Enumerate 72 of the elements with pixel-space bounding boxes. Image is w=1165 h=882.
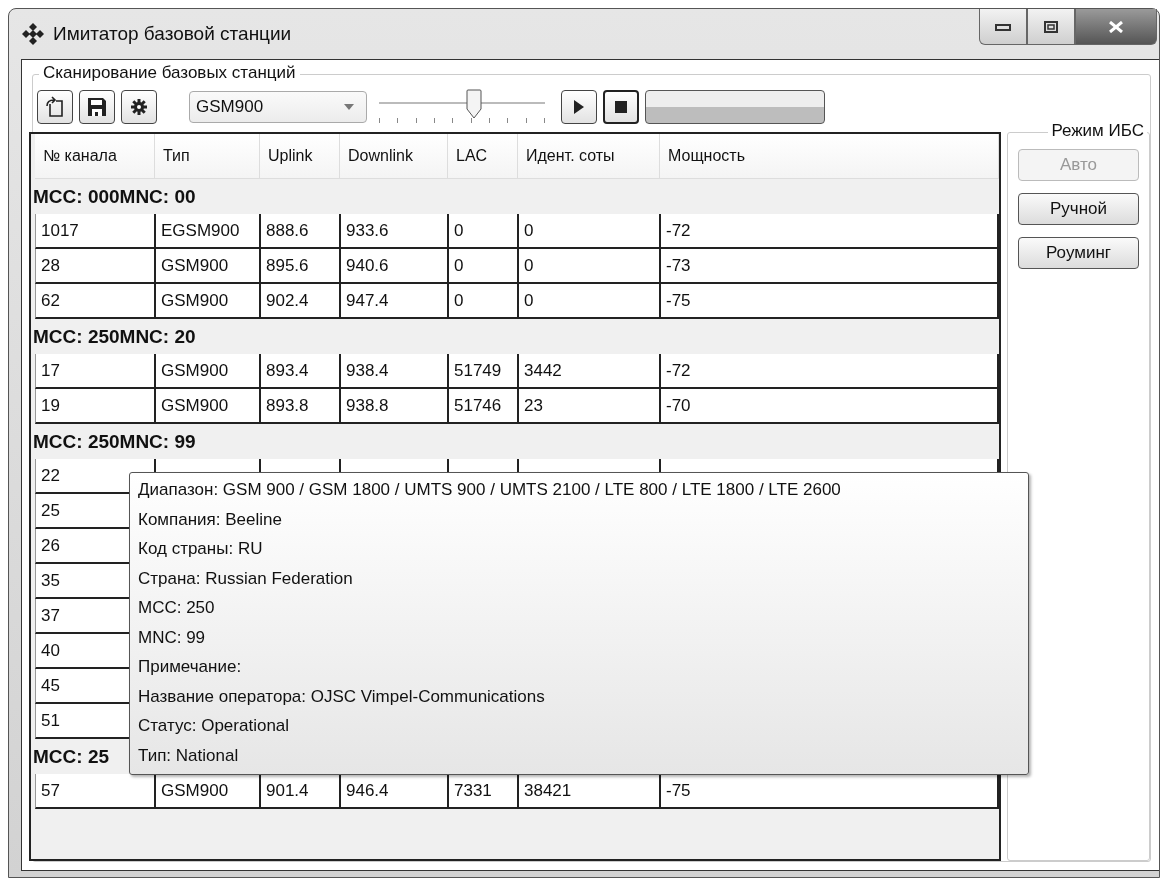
slider[interactable]: [379, 89, 545, 125]
table-cell: 0: [519, 214, 661, 247]
table-cell: 17: [36, 354, 156, 387]
group-header: MCC: 250MNC: 99: [33, 431, 196, 452]
column-header[interactable]: LAC: [448, 134, 518, 178]
tooltip-line: Тип: National: [138, 744, 240, 767]
settings-button[interactable]: [121, 90, 157, 124]
table-cell: GSM900: [156, 389, 261, 422]
floppy-icon: [86, 96, 108, 118]
table-cell: EGSM900: [156, 214, 261, 247]
column-header[interactable]: Uplink: [260, 134, 340, 178]
group-title: Сканирование базовых станций: [39, 63, 300, 83]
save-button[interactable]: [79, 90, 115, 124]
table-cell: -75: [661, 284, 999, 317]
table-cell: 902.4: [261, 284, 341, 317]
table-cell: 23: [519, 389, 661, 422]
table-cell: 19: [36, 389, 156, 422]
table-cell: 938.8: [341, 389, 449, 422]
table-cell: 933.6: [341, 214, 449, 247]
maximize-button[interactable]: [1027, 9, 1075, 45]
table-cell: GSM900: [156, 354, 261, 387]
table-cell: GSM900: [156, 249, 261, 282]
band-dropdown[interactable]: GSM900: [189, 91, 367, 123]
table-cell: 893.4: [261, 354, 341, 387]
slider-thumb[interactable]: [465, 89, 482, 119]
table-cell: 51749: [449, 354, 519, 387]
table-cell: -72: [661, 354, 999, 387]
group-header: MCC: 250MNC: 20: [33, 326, 196, 347]
minimize-button[interactable]: [979, 9, 1027, 45]
table-cell: -70: [661, 389, 999, 422]
table-cell: 28: [36, 249, 156, 282]
column-header[interactable]: Мощность: [660, 134, 999, 178]
table-cell: 0: [449, 214, 519, 247]
group-header: MCC: 000MNC: 00: [33, 186, 196, 207]
table-cell: 0: [449, 284, 519, 317]
table-cell: 893.8: [261, 389, 341, 422]
table-cell: -72: [661, 214, 999, 247]
table-cell: 3442: [519, 354, 661, 387]
caret-icon: [344, 104, 354, 110]
column-header[interactable]: Downlink: [340, 134, 448, 178]
maximize-icon: [1044, 20, 1058, 33]
table-cell: 938.4: [341, 354, 449, 387]
table-cell: 0: [519, 249, 661, 282]
mode-button[interactable]: Ручной: [1018, 193, 1139, 225]
play-button[interactable]: [561, 90, 597, 124]
table-cell: GSM900: [156, 284, 261, 317]
table-cell: 940.6: [341, 249, 449, 282]
column-header[interactable]: № канала: [35, 134, 155, 178]
table-cell: 888.6: [261, 214, 341, 247]
table-cell: 0: [519, 284, 661, 317]
table-cell: 51746: [449, 389, 519, 422]
table-cell: 0: [449, 249, 519, 282]
stop-button[interactable]: [603, 90, 639, 124]
table-cell: 1017: [36, 214, 156, 247]
group-header: MCC: 25: [33, 746, 109, 767]
mode-button[interactable]: Роуминг: [1018, 237, 1139, 269]
document-arrow-icon: [44, 96, 66, 118]
minimize-icon: [995, 22, 1011, 31]
close-icon: [1108, 20, 1124, 33]
close-button[interactable]: [1075, 9, 1157, 45]
table-cell: 947.4: [341, 284, 449, 317]
table-cell: -73: [661, 249, 999, 282]
column-header[interactable]: Идент. соты: [518, 134, 660, 178]
window-title: Имитатор базовой станции: [53, 23, 292, 45]
open-button[interactable]: [37, 90, 73, 124]
table-cell: 895.6: [261, 249, 341, 282]
table-cell: 62: [36, 284, 156, 317]
diamonds-icon: [21, 22, 45, 46]
play-icon: [573, 99, 585, 115]
stop-icon: [615, 101, 627, 113]
column-header[interactable]: Тип: [155, 134, 260, 178]
settings-icon: [130, 98, 148, 116]
